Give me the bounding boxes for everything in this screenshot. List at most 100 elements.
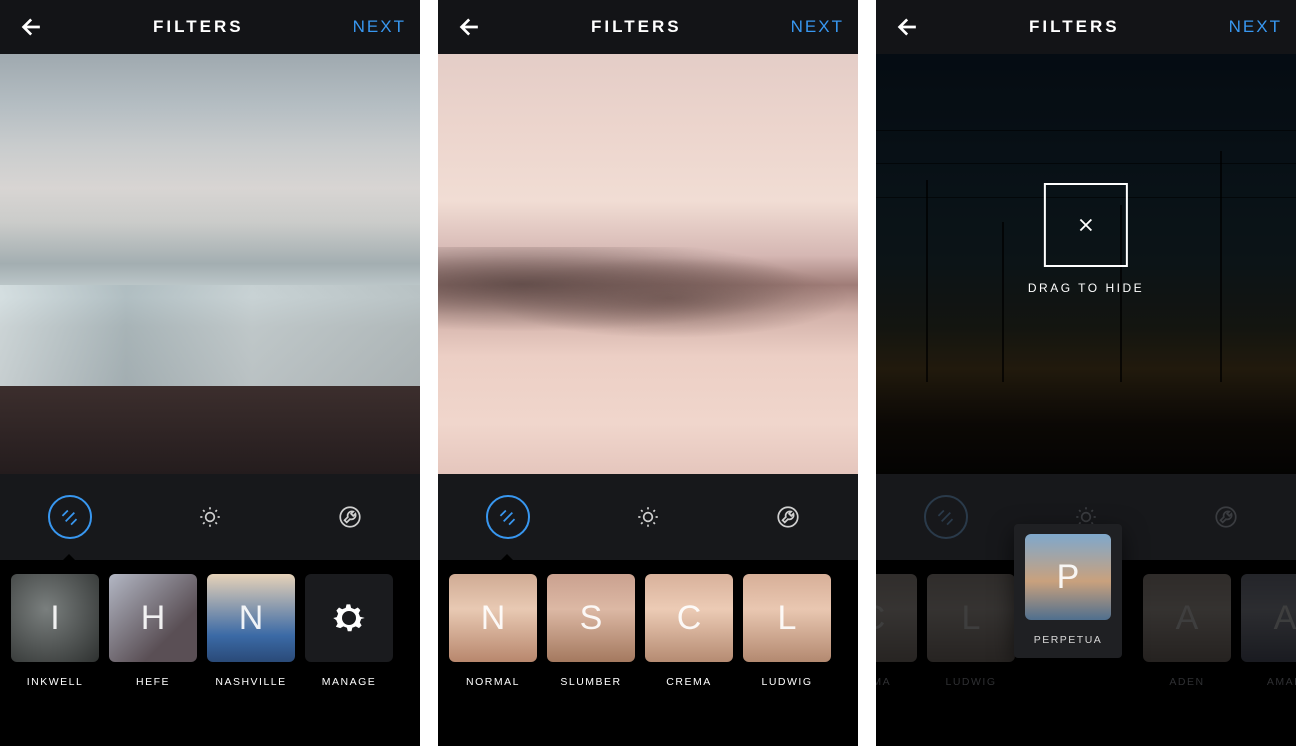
filters-icon <box>57 504 83 530</box>
filter-letter: A <box>1176 599 1199 638</box>
arrow-left-icon <box>892 14 918 40</box>
filter-nashville[interactable]: N NASHVILLE <box>202 574 300 688</box>
filter-thumbnail: C <box>645 574 733 662</box>
drop-box <box>1044 183 1128 267</box>
decoration <box>1002 222 1004 382</box>
decoration <box>876 130 1296 131</box>
filters-tool-button[interactable] <box>486 495 530 539</box>
tools-button[interactable] <box>766 495 810 539</box>
header: FILTERS NEXT <box>876 0 1296 54</box>
screen-1: FILTERS NEXT I INKWELL H HEFE N NASHVILL… <box>0 0 420 746</box>
filter-thumbnail: C <box>876 574 917 662</box>
arrow-left-icon <box>16 14 42 40</box>
filter-letter: A <box>1274 599 1296 638</box>
filter-label: NASHVILLE <box>206 676 296 688</box>
page-title: FILTERS <box>591 17 682 37</box>
filter-letter: C <box>677 599 702 638</box>
filter-letter: C <box>876 599 885 638</box>
filter-slumber[interactable]: S SLUMBER <box>542 574 640 688</box>
filter-letter: P <box>1057 558 1080 597</box>
header: FILTERS NEXT <box>438 0 858 54</box>
screen-3: FILTERS NEXT DRAG TO HIDE C REMA <box>876 0 1296 746</box>
photo-preview[interactable] <box>0 54 420 474</box>
filter-ludwig[interactable]: L LUDWIG <box>738 574 836 688</box>
filter-thumbnail: A <box>1143 574 1231 662</box>
filter-label: AMAR <box>1240 676 1296 688</box>
filter-letter: I <box>50 599 59 638</box>
lux-tool-button[interactable] <box>626 495 670 539</box>
filter-crema[interactable]: C REMA <box>876 574 922 688</box>
next-button[interactable]: NEXT <box>791 17 844 37</box>
decoration <box>1220 151 1222 382</box>
next-button[interactable]: NEXT <box>1229 17 1282 37</box>
next-button[interactable]: NEXT <box>353 17 406 37</box>
filter-normal[interactable]: N NORMAL <box>444 574 542 688</box>
filter-label: NORMAL <box>448 676 538 688</box>
filter-letter: S <box>580 599 603 638</box>
edit-tools-row <box>438 474 858 560</box>
photo-preview[interactable]: DRAG TO HIDE <box>876 54 1296 474</box>
tools-button[interactable] <box>328 495 372 539</box>
lux-tool-button[interactable] <box>188 495 232 539</box>
filter-crema[interactable]: C CREMA <box>640 574 738 688</box>
filters-tool-button[interactable] <box>48 495 92 539</box>
filter-amaro[interactable]: A AMAR <box>1236 574 1296 688</box>
sun-icon <box>197 504 223 530</box>
filter-ludwig[interactable]: L LUDWIG <box>922 574 1020 688</box>
decoration <box>926 180 928 382</box>
back-button[interactable] <box>452 12 482 42</box>
wrench-icon <box>775 504 801 530</box>
back-button[interactable] <box>890 12 920 42</box>
filters-tool-button[interactable] <box>924 495 968 539</box>
filter-label: SLUMBER <box>546 676 636 688</box>
photo-preview[interactable] <box>438 54 858 474</box>
page-title: FILTERS <box>153 17 244 37</box>
filter-label: REMA <box>876 676 918 688</box>
dragged-filter-card[interactable]: P PERPETUA <box>1014 524 1122 658</box>
close-icon <box>1075 214 1097 236</box>
filter-hefe[interactable]: H HEFE <box>104 574 202 688</box>
filter-strip[interactable]: I INKWELL H HEFE N NASHVILLE MANAGE <box>0 560 420 746</box>
filter-letter: H <box>141 599 166 638</box>
filter-letter: L <box>778 599 797 638</box>
filter-label: ADEN <box>1142 676 1232 688</box>
filter-thumbnail: N <box>449 574 537 662</box>
filter-thumbnail: N <box>207 574 295 662</box>
filters-icon <box>933 504 959 530</box>
page-title: FILTERS <box>1029 17 1120 37</box>
filter-label: PERPETUA <box>1024 634 1112 646</box>
back-button[interactable] <box>14 12 44 42</box>
sun-icon <box>635 504 661 530</box>
filter-thumbnail: H <box>109 574 197 662</box>
tools-button[interactable] <box>1204 495 1248 539</box>
wrench-icon <box>337 504 363 530</box>
manage-filters-button[interactable]: MANAGE <box>300 574 398 688</box>
header: FILTERS NEXT <box>0 0 420 54</box>
filter-thumbnail: P <box>1025 534 1111 620</box>
filter-inkwell[interactable]: I INKWELL <box>6 574 104 688</box>
filter-label: MANAGE <box>304 676 394 688</box>
filter-label: LUDWIG <box>926 676 1016 688</box>
drop-label: DRAG TO HIDE <box>1028 281 1144 295</box>
filter-thumbnail <box>305 574 393 662</box>
filter-label: HEFE <box>108 676 198 688</box>
gear-icon <box>328 597 370 639</box>
filter-label: LUDWIG <box>742 676 832 688</box>
screen-2: FILTERS NEXT N NORMAL S SLUMBER C CREMA … <box>438 0 858 746</box>
filter-letter: L <box>962 599 981 638</box>
filter-strip[interactable]: N NORMAL S SLUMBER C CREMA L LUDWIG <box>438 560 858 746</box>
edit-tools-row <box>0 474 420 560</box>
filter-thumbnail: I <box>11 574 99 662</box>
filter-thumbnail: S <box>547 574 635 662</box>
filter-letter: N <box>239 599 264 638</box>
filter-thumbnail: L <box>927 574 1015 662</box>
arrow-left-icon <box>454 14 480 40</box>
hide-filter-drop-target[interactable]: DRAG TO HIDE <box>1028 183 1144 295</box>
filter-label: CREMA <box>644 676 734 688</box>
filter-letter: N <box>481 599 506 638</box>
filters-icon <box>495 504 521 530</box>
wrench-icon <box>1213 504 1239 530</box>
decoration <box>876 163 1296 164</box>
filter-aden[interactable]: A ADEN <box>1138 574 1236 688</box>
filter-thumbnail: L <box>743 574 831 662</box>
